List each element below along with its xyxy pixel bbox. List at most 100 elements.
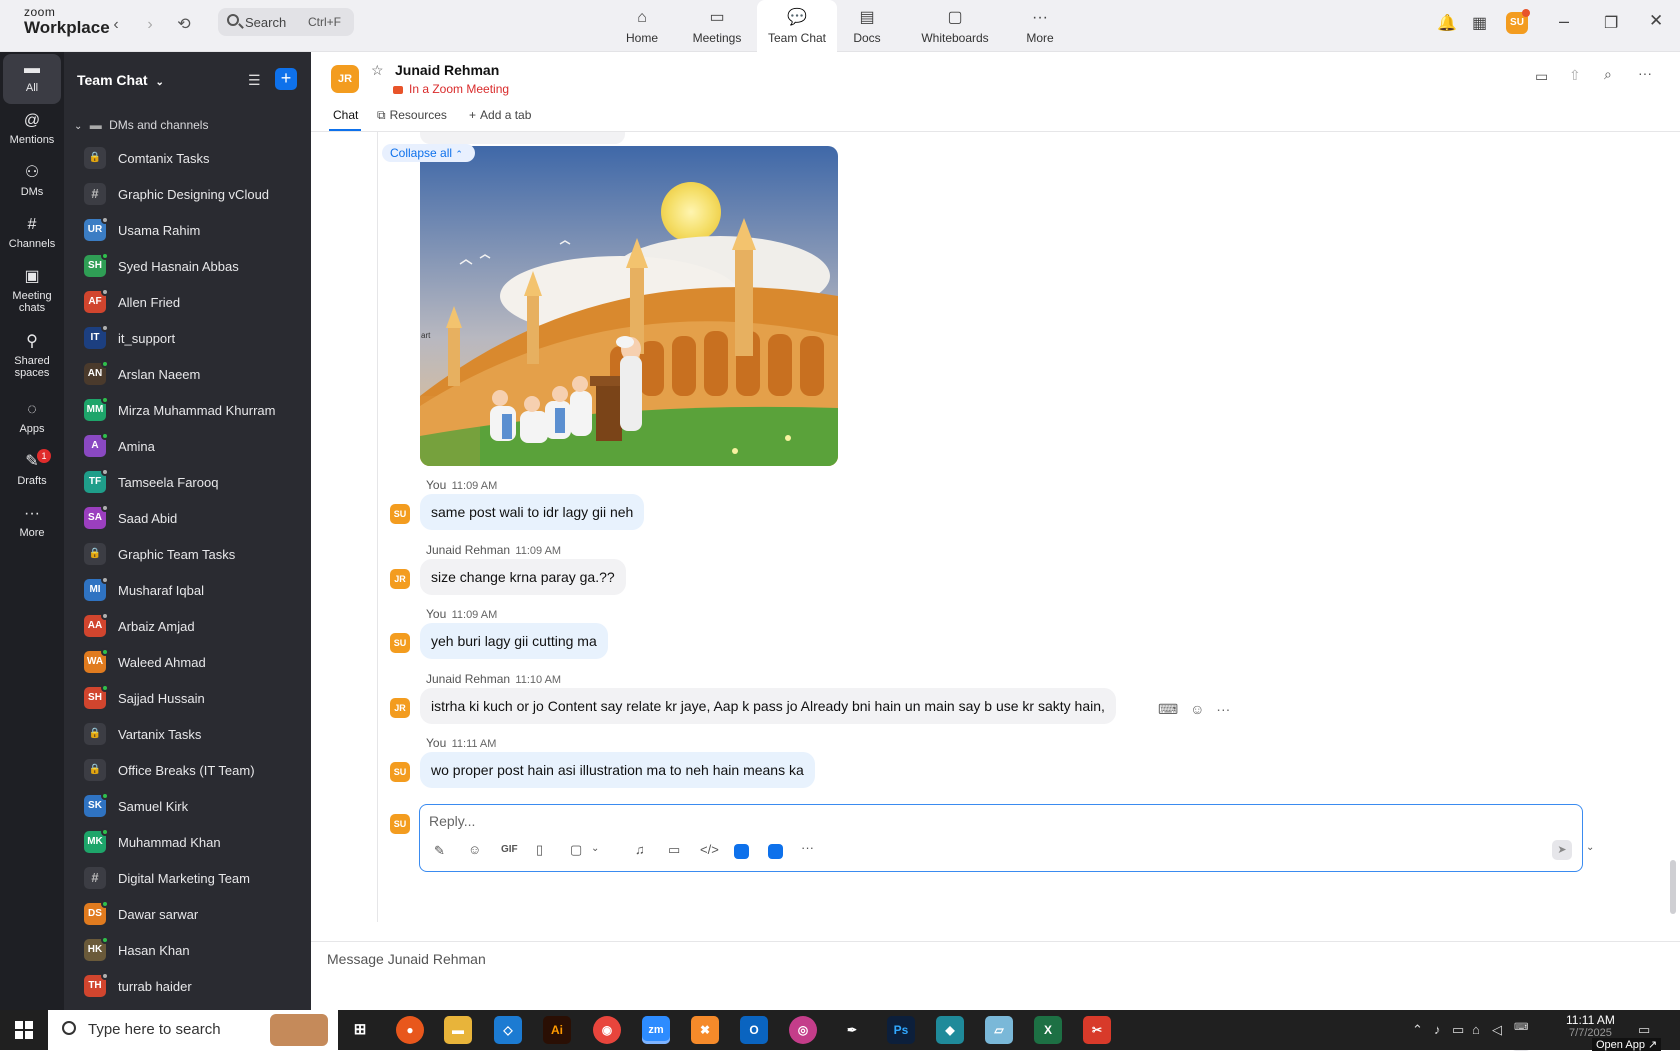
sidebar-item[interactable]: SA Saad Abid <box>84 503 309 533</box>
tab-chat[interactable]: Chat <box>333 108 358 122</box>
message-bubble[interactable]: wo proper post hain asi illustration ma … <box>420 752 815 788</box>
message-bubble[interactable]: istrha ki kuch or jo Content say relate … <box>420 687 1116 724</box>
rail-item-mentions[interactable]: @ Mentions <box>3 106 61 156</box>
reply-box[interactable]: Reply... ✎ ☺ GIF ▯ ▢ ⌄ ♫ ▭ </> ··· ➤ ⌄ <box>419 804 1594 872</box>
sidebar-item[interactable]: 🔒 Vartanix Tasks <box>84 719 309 749</box>
xampp-icon[interactable]: ✖ <box>691 1016 719 1044</box>
gif-button[interactable]: GIF <box>501 844 518 855</box>
message-bubble[interactable]: size change krna paray ga.?? <box>420 558 626 595</box>
tab-more[interactable]: ··· More <box>1000 0 1080 52</box>
video-call-icon[interactable]: ▭ <box>1535 68 1548 85</box>
excel-icon[interactable]: X <box>1034 1016 1062 1044</box>
file-explorer-icon[interactable]: ▬ <box>444 1016 472 1044</box>
screenshot-icon[interactable]: ▢ <box>570 842 582 858</box>
sidebar-item[interactable]: AA Arbaiz Amjad <box>84 611 309 641</box>
sidebar-item[interactable]: MK Muhammad Khan <box>84 827 309 857</box>
history-icon[interactable]: ⟲ <box>173 14 195 36</box>
sidebar-item[interactable]: # Digital Marketing Team <box>84 863 309 893</box>
sidebar-item[interactable]: IT it_support <box>84 323 309 353</box>
forward-arrow-icon[interactable]: › <box>139 14 161 36</box>
chrome-icon[interactable]: ◉ <box>593 1016 621 1044</box>
sidebar-item[interactable]: WA Waleed Ahmad <box>84 647 309 677</box>
microphone-icon[interactable]: ♪ <box>1434 1022 1441 1037</box>
more-options-icon[interactable]: ··· <box>1638 65 1652 81</box>
notifications-icon[interactable]: ▭ <box>1638 1022 1650 1038</box>
windows-start-icon[interactable] <box>15 1021 33 1039</box>
photoshop-icon[interactable]: Ps <box>887 1016 915 1044</box>
sidebar-item[interactable]: MM Mirza Muhammad Khurram <box>84 395 309 425</box>
file-icon[interactable]: ▯ <box>536 842 543 858</box>
sidebar-item[interactable]: MI Musharaf Iqbal <box>84 575 309 605</box>
sidebar-item[interactable]: UR Usama Rahim <box>84 215 309 245</box>
sidebar-item[interactable]: TH turrab haider <box>84 971 309 1001</box>
creative-cloud-icon[interactable]: ◎ <box>789 1016 817 1044</box>
section-dms-and-channels[interactable]: ⌄ ▬ DMs and channels <box>74 118 208 132</box>
microphone-icon[interactable]: ♫ <box>635 842 645 857</box>
vscode-icon[interactable]: ◇ <box>494 1016 522 1044</box>
message-avatar[interactable]: JR <box>390 568 410 589</box>
emoji-icon[interactable]: ☺ <box>468 842 481 857</box>
message-avatar[interactable]: SU <box>390 762 410 782</box>
sidebar-item[interactable]: AF Allen Fried <box>84 287 309 317</box>
calendar-icon[interactable]: ▦ <box>1472 13 1487 33</box>
sidebar-item[interactable]: SH Sajjad Hussain <box>84 683 309 713</box>
rail-item-all[interactable]: ▬ All <box>3 54 61 104</box>
message-avatar[interactable]: SU <box>390 504 410 524</box>
close-icon[interactable]: ✕ <box>1649 11 1663 31</box>
app-icon-2[interactable] <box>768 844 783 859</box>
taskbar-clock[interactable]: 11:11 AM 7/7/2025 <box>1566 1013 1615 1039</box>
message-bubble[interactable]: yeh buri lagy gii cutting ma <box>420 623 608 659</box>
shared-image[interactable]: art <box>420 146 838 466</box>
sidebar-item[interactable]: DS Dawar sarwar <box>84 899 309 929</box>
taskbar-search[interactable]: Type here to search <box>48 1010 338 1050</box>
contact-name[interactable]: Junaid Rehman <box>395 62 499 78</box>
message-bubble[interactable]: same post wali to idr lagy gii neh <box>420 494 645 530</box>
code-icon[interactable]: </> <box>700 842 719 857</box>
pen-tool-icon[interactable]: ✒ <box>838 1016 866 1044</box>
back-arrow-icon[interactable]: ‹ <box>105 14 127 36</box>
sidebar-item[interactable]: 🔒 Graphic Team Tasks <box>84 539 309 569</box>
app-icon-notepad[interactable]: ▱ <box>985 1016 1013 1044</box>
snipping-tool-icon[interactable]: ✂ <box>1083 1016 1111 1044</box>
more-options-icon[interactable]: ··· <box>1216 701 1230 717</box>
rail-item-channels[interactable]: # Channels <box>3 210 61 260</box>
rail-item-drafts[interactable]: ✎ Drafts 1 <box>3 447 61 497</box>
tab-whiteboards[interactable]: ▢ Whiteboards <box>915 0 995 52</box>
sidebar-item[interactable]: A Amina <box>84 431 309 461</box>
network-icon[interactable]: ⌂ <box>1472 1022 1480 1037</box>
app-icon-diamond[interactable]: ◆ <box>936 1016 964 1044</box>
bell-icon[interactable]: 🔔 <box>1437 13 1457 33</box>
sidebar-item[interactable]: SK Samuel Kirk <box>84 791 309 821</box>
star-icon[interactable]: ☆ <box>371 62 384 79</box>
app-icon-1[interactable] <box>734 844 749 859</box>
message-avatar[interactable]: JR <box>390 697 410 718</box>
display-icon[interactable]: ▭ <box>1452 1022 1464 1038</box>
share-icon[interactable]: ⇧ <box>1569 67 1581 84</box>
sidebar-item[interactable]: # Graphic Designing vCloud <box>84 179 309 209</box>
rail-item-meeting-chats[interactable]: ▣ Meeting chats <box>3 262 61 322</box>
emoji-reaction-icon[interactable]: ☺ <box>1190 701 1204 717</box>
maximize-icon[interactable]: ❐ <box>1604 13 1618 33</box>
rail-item-shared-spaces[interactable]: ⚲ Shared spaces <box>3 327 61 387</box>
reply-input[interactable]: Reply... <box>429 813 475 829</box>
send-icon[interactable]: ➤ <box>1552 840 1572 860</box>
outlook-icon[interactable]: O <box>740 1016 768 1044</box>
scrollbar-thumb[interactable] <box>1670 860 1676 914</box>
sidebar-item[interactable]: AN Arslan Naeem <box>84 359 309 389</box>
tab-home[interactable]: ⌂ Home <box>602 0 682 52</box>
sidebar-item[interactable]: TF Tamseela Farooq <box>84 467 309 497</box>
chevron-down-icon[interactable]: ⌄ <box>1586 842 1594 853</box>
video-message-icon[interactable]: ▭ <box>668 842 680 858</box>
sidebar-item[interactable]: 🔒 Office Breaks (IT Team) <box>84 755 309 785</box>
task-view-icon[interactable]: ⊞ <box>346 1016 374 1044</box>
illustrator-icon[interactable]: Ai <box>543 1016 571 1044</box>
rail-item-apps[interactable]: ◌ Apps <box>3 395 61 445</box>
format-icon[interactable]: ✎ <box>434 843 445 859</box>
tab-add[interactable]: + Add a tab <box>469 108 531 122</box>
new-chat-button[interactable]: + <box>275 68 297 90</box>
contact-avatar[interactable]: JR <box>331 65 359 93</box>
reply-icon[interactable]: ⌨ <box>1158 701 1178 717</box>
rail-item-more[interactable]: ··· More <box>3 499 61 549</box>
zoom-app-icon[interactable]: zm <box>642 1016 670 1044</box>
tray-chevron-icon[interactable]: ⌃ <box>1412 1022 1423 1038</box>
